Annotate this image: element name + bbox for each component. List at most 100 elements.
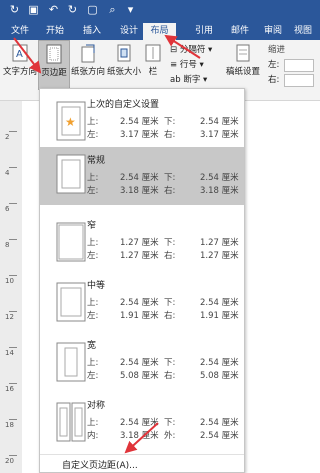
ruler-number: 12 xyxy=(5,313,14,321)
page-margin-icon xyxy=(56,154,86,194)
margin-preset-moderate[interactable]: 中等 上: 2.54 厘米 下: 2.54 厘米 左: 1.91 厘米 右: 1… xyxy=(40,272,244,335)
columns-icon xyxy=(145,44,161,62)
label: 下: xyxy=(164,173,176,183)
value: 1.91 厘米 xyxy=(200,311,239,321)
label: 内: xyxy=(87,431,99,441)
margins-dropdown: ★ 上次的自定义设置 上: 2.54 厘米 下: 2.54 厘米 左: 3.17… xyxy=(39,88,245,473)
svg-text:A: A xyxy=(16,49,23,60)
value: 2.54 厘米 xyxy=(200,358,239,368)
ruler-number: 10 xyxy=(5,277,14,285)
ruler-number: 6 xyxy=(5,205,10,213)
value: 2.54 厘米 xyxy=(200,117,239,127)
indent-right-input[interactable] xyxy=(284,74,314,87)
undo-icon[interactable]: ↶ xyxy=(47,3,60,16)
preset-title: 窄 xyxy=(87,221,97,231)
tab-insert[interactable]: 插入 xyxy=(77,23,107,40)
value: 3.18 厘米 xyxy=(120,186,159,196)
label: 上: xyxy=(87,358,99,368)
preset-title: 中等 xyxy=(87,281,106,291)
label: 上: xyxy=(87,173,99,183)
value: 1.91 厘米 xyxy=(120,311,159,321)
ribbon-tabs: 文件 开始 插入 设计 布局 引用 邮件 审阅 视图 xyxy=(0,21,320,40)
size-button[interactable]: 纸张大小 xyxy=(106,40,142,90)
value: 1.27 厘米 xyxy=(120,238,159,248)
label: 下: xyxy=(164,298,176,308)
label: 下: xyxy=(164,358,176,368)
label: 右: xyxy=(164,311,176,321)
ruler-number: 4 xyxy=(5,169,10,177)
margin-preset-wide[interactable]: 宽 上: 2.54 厘米 下: 2.54 厘米 左: 5.08 厘米 右: 5.… xyxy=(40,332,244,395)
vertical-ruler: 2 4 6 8 10 12 14 16 18 20 xyxy=(0,101,22,473)
label: 上: xyxy=(87,117,99,127)
margin-preset-last-custom[interactable]: ★ 上次的自定义设置 上: 2.54 厘米 下: 2.54 厘米 左: 3.17… xyxy=(40,91,244,154)
text-direction-button[interactable]: A 文字方向 xyxy=(2,40,38,90)
ruler-number: 20 xyxy=(5,457,14,465)
indent-left-label: 左: xyxy=(268,60,280,70)
value: 3.17 厘米 xyxy=(120,130,159,140)
label: 右: xyxy=(164,186,176,196)
page-mirrored-icon xyxy=(56,402,86,442)
tab-mailings[interactable]: 邮件 xyxy=(225,23,255,40)
columns-button[interactable]: 栏 xyxy=(142,40,164,90)
margins-icon xyxy=(46,44,62,64)
text-direction-icon: A xyxy=(12,44,28,62)
tab-layout[interactable]: 布局 xyxy=(143,23,176,40)
page-margin-icon xyxy=(56,282,86,322)
line-numbers-button[interactable]: ≡ 行号 ▾ xyxy=(170,59,204,71)
tab-file[interactable]: 文件 xyxy=(6,23,34,40)
ruler-number: 8 xyxy=(5,241,10,249)
new-doc-icon[interactable]: ▢ xyxy=(86,3,99,16)
save-icon[interactable]: ▣ xyxy=(27,3,40,16)
autosave-icon[interactable]: ↻ xyxy=(8,3,21,16)
customize-icon[interactable]: ▾ xyxy=(124,3,137,16)
value: 2.54 厘米 xyxy=(200,173,239,183)
custom-margins-item[interactable]: 自定义页边距(A)... xyxy=(40,454,244,473)
preset-title: 常规 xyxy=(87,156,106,166)
svg-text:★: ★ xyxy=(65,115,76,129)
margin-preset-narrow[interactable]: 窄 上: 1.27 厘米 下: 1.27 厘米 左: 1.27 厘米 右: 1.… xyxy=(40,212,244,275)
value: 2.54 厘米 xyxy=(200,418,239,428)
value: 2.54 厘米 xyxy=(120,358,159,368)
margins-button[interactable]: 页边距 xyxy=(38,40,70,90)
redo-icon[interactable]: ↻ xyxy=(66,3,79,16)
tab-references[interactable]: 引用 xyxy=(189,23,219,40)
indent-left-input[interactable] xyxy=(284,59,314,72)
ruler-number: 14 xyxy=(5,349,14,357)
page-margin-icon xyxy=(56,342,86,382)
page-margin-icon xyxy=(56,222,86,262)
margin-preset-normal[interactable]: 常规 上: 2.54 厘米 下: 2.54 厘米 左: 3.18 厘米 右: 3… xyxy=(40,147,244,205)
tab-review[interactable]: 审阅 xyxy=(258,23,288,40)
indent-label: 缩进 xyxy=(268,45,286,55)
label: 上: xyxy=(87,418,99,428)
page-star-icon: ★ xyxy=(56,101,86,141)
value: 2.54 厘米 xyxy=(120,117,159,127)
search-icon[interactable]: ⌕ xyxy=(106,3,119,16)
quick-access-toolbar: ↻ ▣ ↶ ↻ ▢ ⌕ ▾ xyxy=(0,0,320,21)
preset-title: 对称 xyxy=(87,401,106,411)
paper-size-icon xyxy=(117,44,131,62)
tab-home[interactable]: 开始 xyxy=(40,23,70,40)
value: 1.27 厘米 xyxy=(200,238,239,248)
value: 2.54 厘米 xyxy=(120,298,159,308)
breaks-button[interactable]: ⊟ 分隔符 ▾ xyxy=(170,44,212,56)
orientation-button[interactable]: 纸张方向 xyxy=(70,40,106,90)
label: 右: xyxy=(164,130,176,140)
value: 2.54 厘米 xyxy=(200,431,239,441)
tab-design[interactable]: 设计 xyxy=(114,23,144,40)
label: 右: xyxy=(164,251,176,261)
ruler-number: 18 xyxy=(5,421,14,429)
tab-view[interactable]: 视图 xyxy=(288,23,318,40)
value: 2.54 厘米 xyxy=(200,298,239,308)
hyphenation-button[interactable]: ab 断字 ▾ xyxy=(170,74,207,86)
label: 左: xyxy=(87,311,99,321)
indent-right-label: 右: xyxy=(268,75,280,85)
label: 上: xyxy=(87,298,99,308)
value: 2.54 厘米 xyxy=(120,173,159,183)
ruler-number: 2 xyxy=(5,133,10,141)
label: 下: xyxy=(164,117,176,127)
paper-setup-button[interactable]: 稿纸设置 xyxy=(226,40,260,90)
value: 3.17 厘米 xyxy=(200,130,239,140)
value: 3.18 厘米 xyxy=(200,186,239,196)
preset-title: 宽 xyxy=(87,341,97,351)
margin-preset-mirrored[interactable]: 对称 上: 2.54 厘米 下: 2.54 厘米 内: 3.18 厘米 外: 2… xyxy=(40,392,244,455)
